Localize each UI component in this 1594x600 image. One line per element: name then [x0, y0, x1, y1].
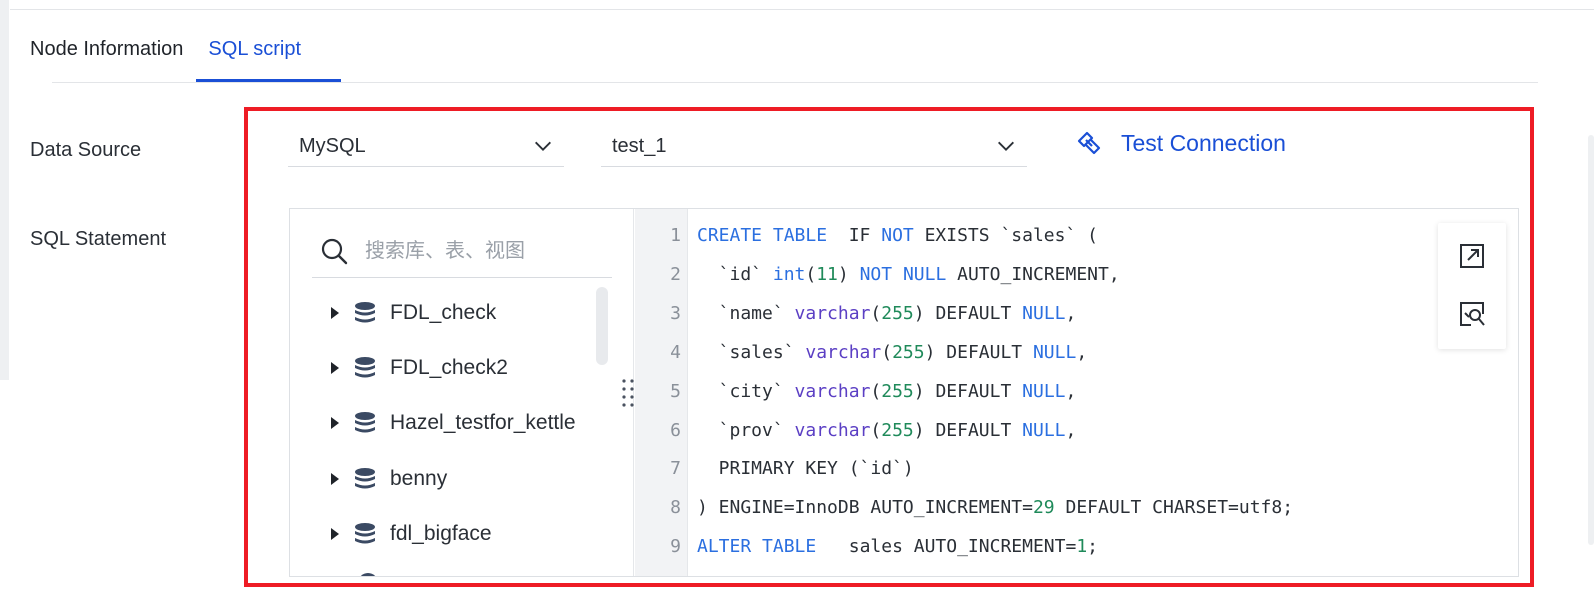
- highlight-frame: [244, 107, 1534, 587]
- left-panel-edge: [0, 0, 9, 380]
- tab-sql-script[interactable]: SQL script: [208, 38, 301, 75]
- data-source-label: Data Source: [30, 139, 142, 161]
- sql-statement-label: SQL Statement: [30, 228, 166, 250]
- page-scrollbar[interactable]: [1588, 135, 1594, 545]
- tab-bar: Node Information SQL script: [30, 38, 301, 75]
- tab-node-information[interactable]: Node Information: [30, 38, 183, 75]
- tab-bar-divider: [52, 82, 1538, 83]
- top-divider: [10, 9, 1594, 10]
